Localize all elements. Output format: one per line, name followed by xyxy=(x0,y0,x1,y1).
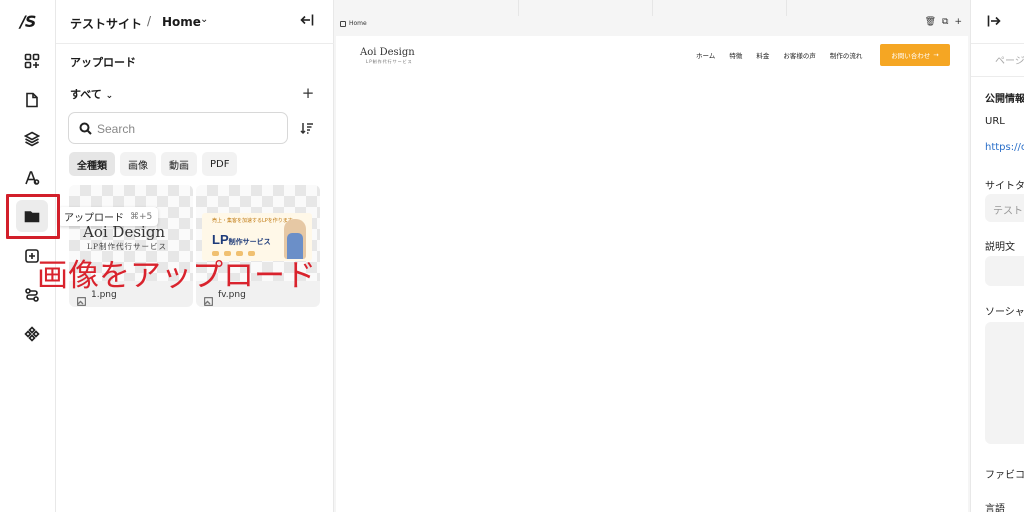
nav-item-features[interactable]: 特徴 xyxy=(729,50,742,60)
duplicate-icon[interactable]: ⧉ xyxy=(942,17,948,27)
filter-dropdown[interactable]: すべて ⌄ xyxy=(70,86,113,102)
frame-tools: 🗑 ⧉ + xyxy=(925,17,962,27)
diamond-grid-icon[interactable] xyxy=(16,318,48,350)
add-asset-button[interactable]: + xyxy=(300,84,316,102)
chip-images[interactable]: 画像 xyxy=(120,152,156,176)
inspector-panel: ページ 公開情報 URL https://c サイトタイ テスト 説明文 ソーシ… xyxy=(970,0,1024,512)
contact-cta-button[interactable]: お問い合わせ → xyxy=(880,44,950,66)
url-link[interactable]: https://c xyxy=(985,142,1024,153)
description-input[interactable] xyxy=(985,256,1024,286)
annotation-caption: 画像をアップロード xyxy=(37,258,316,294)
publish-info-heading: 公開情報 xyxy=(985,94,1024,105)
preview-tagline: 売上・集客を加速するLPを作ります xyxy=(212,218,293,224)
breadcrumb-separator: / xyxy=(147,14,152,28)
chip-videos[interactable]: 動画 xyxy=(161,152,197,176)
expand-panel-icon[interactable] xyxy=(987,13,1001,27)
social-label: ソーシャル xyxy=(985,307,1024,318)
nav-item-home[interactable]: ホーム xyxy=(696,50,715,60)
chip-pdf[interactable]: PDF xyxy=(202,152,238,176)
annotation-highlight xyxy=(6,194,60,239)
design-canvas[interactable]: Home 🗑 ⧉ + Aoi Design LP制作代行サービス ホーム 特徴 … xyxy=(334,0,970,512)
site-title-input[interactable]: テスト xyxy=(985,194,1024,222)
frame-icon xyxy=(340,20,346,27)
type-filter-chips: 全種類 画像 動画 PDF xyxy=(69,152,238,176)
grid-plus-icon[interactable] xyxy=(16,45,48,77)
description-label: 説明文 xyxy=(985,242,1015,253)
canvas-header: Home 🗑 ⧉ + xyxy=(334,0,970,38)
tooltip-shortcut: ⌘+5 xyxy=(130,211,153,222)
upload-tooltip: アップロード ⌘+5 xyxy=(58,207,159,226)
search-input[interactable] xyxy=(97,119,282,139)
url-label: URL xyxy=(985,116,1005,127)
layers-icon[interactable] xyxy=(16,123,48,155)
font-icon[interactable] xyxy=(16,162,48,194)
inspector-header xyxy=(971,0,1024,44)
app-window: /S テストサイト / Home ⌄ アップロード すべて ⌄ + Search… xyxy=(0,0,1024,512)
nav-item-testimonials[interactable]: お客様の声 xyxy=(783,50,816,60)
language-label: 言語 xyxy=(985,504,1005,512)
arrow-right-icon: → xyxy=(933,51,939,59)
add-icon[interactable]: + xyxy=(954,17,962,27)
app-logo[interactable]: /S xyxy=(20,12,36,31)
trash-icon[interactable]: 🗑 xyxy=(925,17,936,27)
tab-page[interactable]: ページ xyxy=(995,52,1024,67)
chevron-down-icon: ⌄ xyxy=(105,91,114,101)
social-image-dropzone[interactable] xyxy=(985,322,1024,444)
nav-item-pricing[interactable]: 料金 xyxy=(756,50,769,60)
site-name[interactable]: テストサイト xyxy=(70,15,142,32)
preview-title: LP制作サービス xyxy=(212,232,271,247)
site-nav: ホーム 特徴 料金 お客様の声 制作の流れ xyxy=(696,50,862,60)
favicon-label: ファビコ xyxy=(985,470,1024,481)
panel-header: テストサイト / Home ⌄ xyxy=(56,0,334,44)
filter-label: すべて xyxy=(70,88,102,101)
frame-label[interactable]: Home xyxy=(340,20,367,27)
chip-all-types[interactable]: 全種類 xyxy=(69,152,115,176)
page-selector[interactable]: Home xyxy=(162,15,201,29)
collapse-panel-icon[interactable] xyxy=(300,12,320,32)
page-frame[interactable]: Aoi Design LP制作代行サービス ホーム 特徴 料金 お客様の声 制作… xyxy=(336,36,968,512)
site-logo[interactable]: Aoi Design xyxy=(360,47,415,58)
search-box[interactable] xyxy=(68,112,288,144)
section-title: アップロード xyxy=(70,56,136,69)
site-title-label: サイトタイ xyxy=(985,181,1024,192)
site-logo-subtitle: LP制作代行サービス xyxy=(366,59,413,64)
document-icon[interactable] xyxy=(16,84,48,116)
chevron-down-icon[interactable]: ⌄ xyxy=(200,14,208,25)
sort-icon[interactable] xyxy=(300,120,316,136)
nav-item-process[interactable]: 制作の流れ xyxy=(830,50,863,60)
tooltip-label: アップロード xyxy=(64,213,124,224)
search-icon xyxy=(79,122,92,135)
